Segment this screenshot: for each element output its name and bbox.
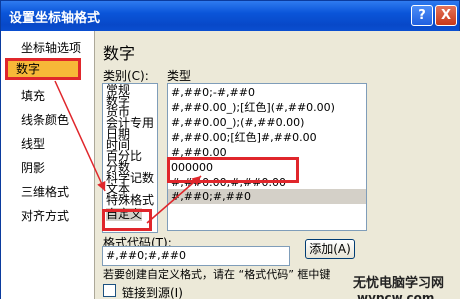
title-bar: 设置坐标轴格式 ? X xyxy=(1,1,459,31)
watermark-url: wypcw.com xyxy=(357,291,435,299)
link-source-checkbox[interactable] xyxy=(103,284,116,297)
type-highlight-box xyxy=(167,157,299,183)
link-source-label: 链接到源(I) xyxy=(122,286,183,299)
type-item[interactable]: #,##0;-#,##0 xyxy=(171,86,255,99)
nav-sidebar: 坐标轴选项 数字 填充 线条颜色 线型 阴影 三维格式 对齐方式 xyxy=(1,31,95,299)
close-button[interactable]: X xyxy=(435,5,457,26)
type-item-selected[interactable]: #,##0;#,##0 xyxy=(168,189,366,204)
nav-item-axis-options[interactable]: 坐标轴选项 xyxy=(7,37,91,59)
nav-item-line-color[interactable]: 线条颜色 xyxy=(7,109,91,131)
section-title: 数字 xyxy=(103,44,136,63)
nav-item-number[interactable]: 数字 xyxy=(5,58,81,80)
format-axis-dialog: 设置坐标轴格式 ? X 坐标轴选项 数字 填充 线条颜色 线型 阴影 三维格式 … xyxy=(0,0,460,299)
category-item[interactable]: 特殊格式 xyxy=(106,194,154,207)
add-button[interactable]: 添加(A) xyxy=(305,239,355,259)
nav-item-shadow[interactable]: 阴影 xyxy=(7,157,91,179)
dialog-title: 设置坐标轴格式 xyxy=(9,11,101,26)
watermark-text: 无忧电脑学习网 xyxy=(353,276,445,291)
type-item[interactable]: #,##0.00;[红色]#,##0.00 xyxy=(171,131,317,144)
category-label: 类别(C): xyxy=(103,69,149,83)
format-code-input[interactable]: #,##0;#,##0 xyxy=(102,246,290,266)
type-item[interactable]: #,##0.00_);(#,##0.00) xyxy=(171,116,304,129)
number-panel: 数字 类别(C): 类型 常规 数字 货币 会计专用 日期 时间 百分比 分数 … xyxy=(95,31,460,299)
nav-item-alignment[interactable]: 对齐方式 xyxy=(7,205,91,227)
custom-highlight-box xyxy=(102,209,152,231)
help-button[interactable]: ? xyxy=(411,5,433,26)
nav-item-line-style[interactable]: 线型 xyxy=(7,133,91,155)
hint-text: 若要创建自定义格式，请在 “格式代码” 框中键 xyxy=(103,268,331,281)
nav-item-3d-format[interactable]: 三维格式 xyxy=(7,181,91,203)
type-label: 类型 xyxy=(167,69,192,83)
nav-item-fill[interactable]: 填充 xyxy=(7,85,91,107)
type-item[interactable]: #,##0.00_);[红色](#,##0.00) xyxy=(171,101,335,114)
